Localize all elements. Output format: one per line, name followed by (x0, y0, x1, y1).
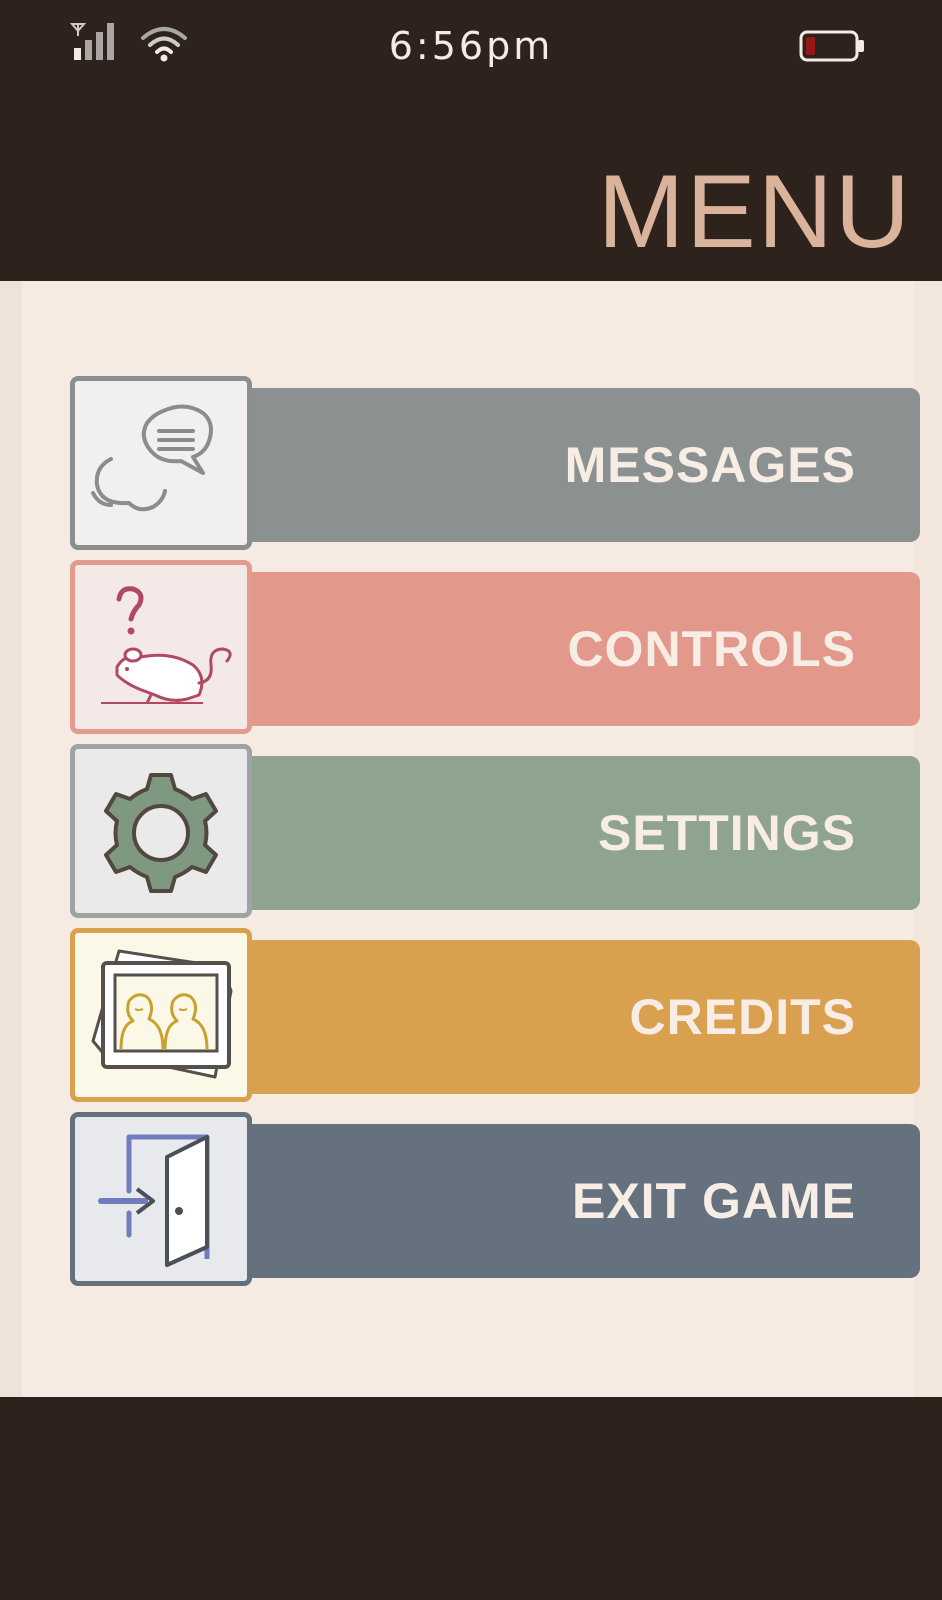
exit-game-label: EXIT GAME (571, 1173, 856, 1229)
controls-label: CONTROLS (567, 621, 856, 677)
exit-game-bar[interactable]: EXIT GAME (230, 1124, 920, 1278)
panel-edge-left (0, 281, 22, 1397)
controls-bar[interactable]: CONTROLS (230, 572, 920, 726)
credits-bar[interactable]: CREDITS (230, 940, 920, 1094)
controls-tile[interactable] (70, 560, 252, 734)
menu-item-credits[interactable]: CREDITS (70, 928, 920, 1102)
menu-item-messages[interactable]: MESSAGES (70, 376, 920, 550)
gear-icon (104, 773, 218, 893)
settings-tile[interactable] (70, 744, 252, 918)
status-bar: 6:56pm (0, 0, 942, 100)
messages-tile[interactable] (70, 376, 252, 550)
exit-door-icon (98, 1134, 210, 1267)
confused-mouse-icon (101, 586, 232, 704)
messages-bar[interactable]: MESSAGES (230, 388, 920, 542)
battery-low-icon (799, 30, 864, 62)
menu-item-controls[interactable]: CONTROLS (70, 560, 920, 734)
messages-label: MESSAGES (564, 437, 856, 493)
credits-label: CREDITS (629, 989, 856, 1045)
speech-bubbles-icon (91, 404, 213, 512)
credits-tile[interactable] (70, 928, 252, 1102)
bottom-band (0, 1397, 942, 1600)
menu-item-exit-game[interactable]: EXIT GAME (70, 1112, 920, 1286)
menu-item-settings[interactable]: SETTINGS (70, 744, 920, 918)
page-title: MENU (597, 154, 912, 270)
settings-bar[interactable]: SETTINGS (230, 756, 920, 910)
photo-frame-icon (91, 949, 233, 1079)
settings-label: SETTINGS (597, 805, 856, 861)
exit-game-tile[interactable] (70, 1112, 252, 1286)
